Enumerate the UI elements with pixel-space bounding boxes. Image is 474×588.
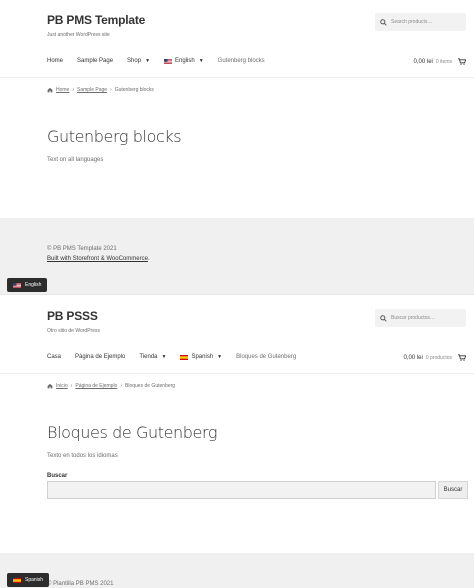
nav-item-language[interactable]: Spanish ▼ <box>180 354 222 360</box>
cart-icon <box>458 58 466 65</box>
cart-count: 0 items <box>435 58 452 65</box>
cart-icon <box>458 354 466 361</box>
search-icon <box>380 18 387 26</box>
nav-item-gutenberg[interactable]: Gutenberg blocks <box>218 58 265 64</box>
breadcrumb-current: Bloques de Gutenberg <box>125 383 176 389</box>
language-switcher-label: Spanish <box>25 577 44 583</box>
nav-label: Gutenberg blocks <box>217 58 265 64</box>
breadcrumb-sample-page[interactable]: Página de Ejemplo <box>75 383 117 389</box>
site-footer: © PB PMS Template 2021 Built with Storef… <box>0 218 474 294</box>
language-switcher-label: English <box>25 282 42 288</box>
cart-amount: 0,00 lei <box>413 58 433 65</box>
site-tagline: Otro sitio de WordPress <box>47 328 100 334</box>
site-english: PB PMS Template Just another WordPress s… <box>0 0 474 294</box>
header-cart[interactable]: 0,00 lei 0 productos <box>403 354 466 361</box>
es-flag-icon <box>180 354 189 360</box>
site-title[interactable]: PB PSSS <box>47 309 100 323</box>
page-title: Bloques de Gutenberg <box>47 423 218 442</box>
cart-count: 0 productos <box>425 354 452 361</box>
nav-item-sample-page[interactable]: Sample Page <box>77 58 113 64</box>
chevron-down-icon: ▼ <box>161 354 167 360</box>
nav-label: Spanish <box>191 354 214 360</box>
site-tagline: Just another WordPress site <box>47 32 110 38</box>
breadcrumb-separator: › <box>110 87 112 93</box>
nav-item-home[interactable]: Home <box>47 58 63 64</box>
breadcrumb: Inicio › Página de Ejemplo › Bloques de … <box>47 383 175 389</box>
breadcrumb-sample-page[interactable]: Sample Page <box>77 87 107 93</box>
footer-copyright: © PB PMS Template 2021 <box>47 246 117 252</box>
nav-item-shop[interactable]: Shop ▼ <box>127 58 150 64</box>
footer-copyright: © Plantilla PB PMS 2021 <box>47 581 114 587</box>
product-search[interactable]: Search products… <box>375 13 466 31</box>
language-switcher[interactable]: English <box>7 278 48 292</box>
cart-amount: 0,00 lei <box>403 354 423 361</box>
chevron-down-icon: ▼ <box>198 58 204 64</box>
header-divider <box>0 77 474 78</box>
page-text: Texto en todos los idiomas <box>47 453 118 459</box>
breadcrumb-current: Gutenberg blocks <box>114 87 154 93</box>
nav-item-sample-page[interactable]: Página de Ejemplo <box>75 354 125 360</box>
site-branding: PB PMS Template Just another WordPress s… <box>47 13 145 38</box>
nav-item-gutenberg[interactable]: Bloques de Gutenberg <box>236 354 296 360</box>
nav-label: Sample Page <box>77 58 114 64</box>
search-input[interactable]: Search products… <box>391 19 432 25</box>
site-title[interactable]: PB PMS Template <box>47 13 145 27</box>
site-branding: PB PSSS Otro sitio de WordPress <box>47 309 100 334</box>
es-flag-icon <box>13 577 21 583</box>
chevron-down-icon: ▼ <box>145 58 151 64</box>
home-icon <box>47 87 53 93</box>
chevron-down-icon: ▼ <box>217 354 223 360</box>
product-search[interactable]: Buscar productos… <box>375 309 466 327</box>
breadcrumb-separator: › <box>120 383 123 389</box>
footer-credit-end: . <box>147 256 150 262</box>
nav-label: Shop <box>127 58 142 64</box>
footer-credit: Built with Storefront & WooCommerce. <box>47 256 150 262</box>
block-search-button[interactable]: Buscar <box>438 481 468 499</box>
header-divider <box>0 373 474 374</box>
site-footer: © Plantilla PB PMS 2021 Spanish <box>0 553 474 588</box>
page-text: Text on all languages <box>47 157 104 163</box>
nav-label: English <box>175 58 195 64</box>
nav-label: Página de Ejemplo <box>75 354 126 360</box>
search-icon <box>380 314 387 322</box>
nav-item-shop[interactable]: Tienda ▼ <box>139 354 166 360</box>
primary-nav: Home Sample Page Shop ▼ English ▼ Gutenber… <box>47 58 279 64</box>
header-cart[interactable]: 0,00 lei 0 items <box>414 58 466 65</box>
language-switcher[interactable]: Spanish <box>7 573 50 587</box>
nav-label: Bloques de Gutenberg <box>236 354 297 360</box>
search-input[interactable]: Buscar productos… <box>391 315 435 321</box>
page-title: Gutenberg blocks <box>47 127 182 146</box>
site-spanish: PB PSSS Otro sitio de WordPress Buscar p… <box>0 294 474 588</box>
nav-label: Tienda <box>139 354 158 360</box>
nav-item-home[interactable]: Casa <box>47 354 61 360</box>
block-search-input[interactable] <box>47 481 436 499</box>
nav-label: Casa <box>47 354 62 360</box>
block-search-label: Buscar <box>47 473 68 479</box>
primary-nav: Casa Página de Ejemplo Tienda ▼ Spanish ▼ … <box>47 354 310 360</box>
breadcrumb: Home › Sample Page › Gutenberg blocks <box>47 87 154 93</box>
nav-label: Home <box>47 58 64 64</box>
nav-item-language[interactable]: English ▼ <box>164 58 204 64</box>
home-icon <box>47 383 53 389</box>
us-flag-icon <box>13 282 21 288</box>
breadcrumb-home[interactable]: Inicio <box>56 383 68 389</box>
breadcrumb-home[interactable]: Home <box>56 87 69 93</box>
breadcrumb-separator: › <box>70 383 73 389</box>
footer-credit-link[interactable]: Built with Storefront & WooCommerce <box>47 256 148 262</box>
breadcrumb-separator: › <box>72 87 75 93</box>
us-flag-icon <box>164 58 173 64</box>
